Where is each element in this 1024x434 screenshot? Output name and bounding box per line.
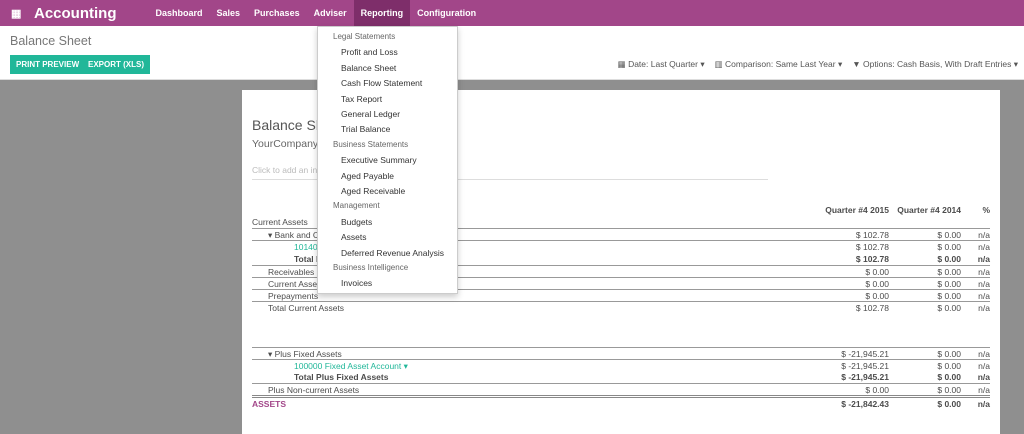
dropdown-item[interactable]: Executive Summary [341,155,417,165]
table-row: Total Current Assets $ 102.78 $ 0.00 n/a [252,301,990,313]
row-value: $ 102.78 [855,303,889,314]
row-value: $ 0.00 [865,385,889,396]
row-label: ASSETS [252,399,287,410]
row-value: $ 0.00 [937,303,961,314]
filter-icon: ▼ [852,59,861,69]
dropdown-item[interactable]: Aged Receivable [341,186,405,196]
row-value: n/a [978,279,990,289]
row-value: n/a [978,266,990,277]
row-value: n/a [977,372,990,382]
dropdown-item[interactable]: Budgets [341,217,372,227]
table-row: Plus Non-current Assets $ 0.00 $ 0.00 n/a [252,383,990,395]
table-row: Total Plus Fixed Assets $ -21,945.21 $ 0.0… [252,371,990,383]
row-value: $ -21,945.21 [841,348,889,359]
export-xls-button[interactable]: EXPORT (XLS) [82,55,151,74]
dropdown-item[interactable]: General Ledger [341,109,400,119]
row-value: $ 0.00 [937,360,961,371]
row-value: $ 0.00 [865,279,889,289]
dropdown-section-header: Business Statements [333,139,409,149]
row-value: $ 0.00 [865,291,889,302]
row-label: Current Assets [268,279,324,289]
row-value: $ -21,945.21 [841,360,889,371]
row-value: n/a [978,242,990,253]
print-preview-button[interactable]: PRINT PREVIEW [10,55,86,74]
main-menu: Dashboard Sales Purchases Adviser Reporting C… [149,0,484,26]
table-row: ▾ Plus Fixed Assets $ -21,945.21 $ 0.00 n/a [252,346,990,359]
top-navbar: ▦ Accounting Dashboard Sales Purchases Advi… [0,0,1024,26]
row-value: $ 0.00 [937,230,961,241]
dropdown-item[interactable]: Profit and Loss [341,47,398,57]
row-value: n/a [978,360,990,371]
bar-chart-icon: ▥ [714,59,723,69]
row-value: n/a [977,253,990,264]
row-label[interactable]: 100000 Fixed Asset Account ▾ [294,360,408,372]
dropdown-item[interactable]: Trial Balance [341,124,390,134]
control-panel: Balance Sheet PRINT PREVIEW EXPORT (XLS)… [0,26,1024,80]
row-label: Total Current Assets [268,303,345,314]
row-value: n/a [978,291,990,302]
row-label: Total Plus Fixed Assets [294,372,389,382]
app-title: Accounting [34,4,117,22]
reporting-dropdown: Legal Statements Profit and Loss Balance S… [317,26,458,294]
row-value: $ 0.00 [865,266,889,277]
calendar-icon: ▦ [617,59,626,69]
dropdown-item[interactable]: Aged Payable [341,171,394,181]
table-row: ASSETS $ -21,842.43 $ 0.00 n/a [252,395,990,410]
menu-dashboard[interactable]: Dashboard [149,0,210,26]
menu-adviser[interactable]: Adviser [307,0,354,26]
row-value: n/a [978,385,990,396]
row-label: ▾ Plus Fixed Assets [268,348,342,359]
col-header: Quarter #4 2015 [825,205,889,215]
row-value: $ 102.78 [855,253,889,264]
row-label: Receivables [268,266,315,277]
row-value: $ 0.00 [937,266,961,277]
row-value: n/a [978,230,990,241]
dropdown-section-header: Business Intelligence [333,263,409,272]
row-value: $ 0.00 [937,348,961,359]
menu-purchases[interactable]: Purchases [247,0,307,26]
row-value: $ 0.00 [937,253,961,264]
col-header: % [982,205,990,215]
dropdown-section-header: Legal Statements [333,32,396,41]
dropdown-item[interactable]: Cash Flow Statement [341,78,422,88]
row-value: $ -21,945.21 [841,372,889,382]
dropdown-item[interactable]: Invoices [341,278,372,288]
row-value: $ 0.00 [937,372,961,382]
dropdown-item[interactable]: Tax Report [341,94,382,104]
row-label: Current Assets [252,217,308,227]
comparison-filter[interactable]: ▥ Comparison: Same Last Year ▾ [715,59,843,70]
row-value: $ 0.00 [937,279,961,289]
row-value: $ 102.78 [855,242,889,253]
apps-grid-icon[interactable]: ▦ [11,7,23,20]
row-label: Plus Non-current Assets [268,385,360,396]
company-name: YourCompany [252,138,319,150]
dropdown-section-header: Management [333,201,380,211]
dropdown-item[interactable]: Deferred Revenue Analysis [341,248,444,258]
row-value: $ 0.00 [937,242,961,253]
row-value: $ 0.00 [937,291,961,302]
menu-configuration[interactable]: Configuration [410,0,483,26]
row-value: n/a [978,303,990,314]
row-value: $ 102.78 [855,230,889,241]
dropdown-item[interactable]: Assets [341,232,367,242]
menu-reporting[interactable]: Reporting [353,0,411,26]
menu-sales[interactable]: Sales [210,0,248,26]
date-filter[interactable]: ▦ Date: Last Quarter ▾ [618,59,705,70]
options-filter[interactable]: ▼ Options: Cash Basis, With Draft Entrie… [852,59,1018,70]
row-value: $ 0.00 [937,399,961,410]
dropdown-item[interactable]: Balance Sheet [341,63,396,73]
row-value: $ 0.00 [937,385,961,396]
table-row: 100000 Fixed Asset Account ▾ $ -21,945.21… [252,358,990,372]
row-label: Prepayments [268,291,319,302]
row-value: n/a [978,348,990,359]
col-header: Quarter #4 2014 [897,205,961,215]
page-title: Balance Sheet [10,34,92,48]
row-value: $ -21,842.43 [841,399,889,410]
row-value: n/a [977,399,990,410]
